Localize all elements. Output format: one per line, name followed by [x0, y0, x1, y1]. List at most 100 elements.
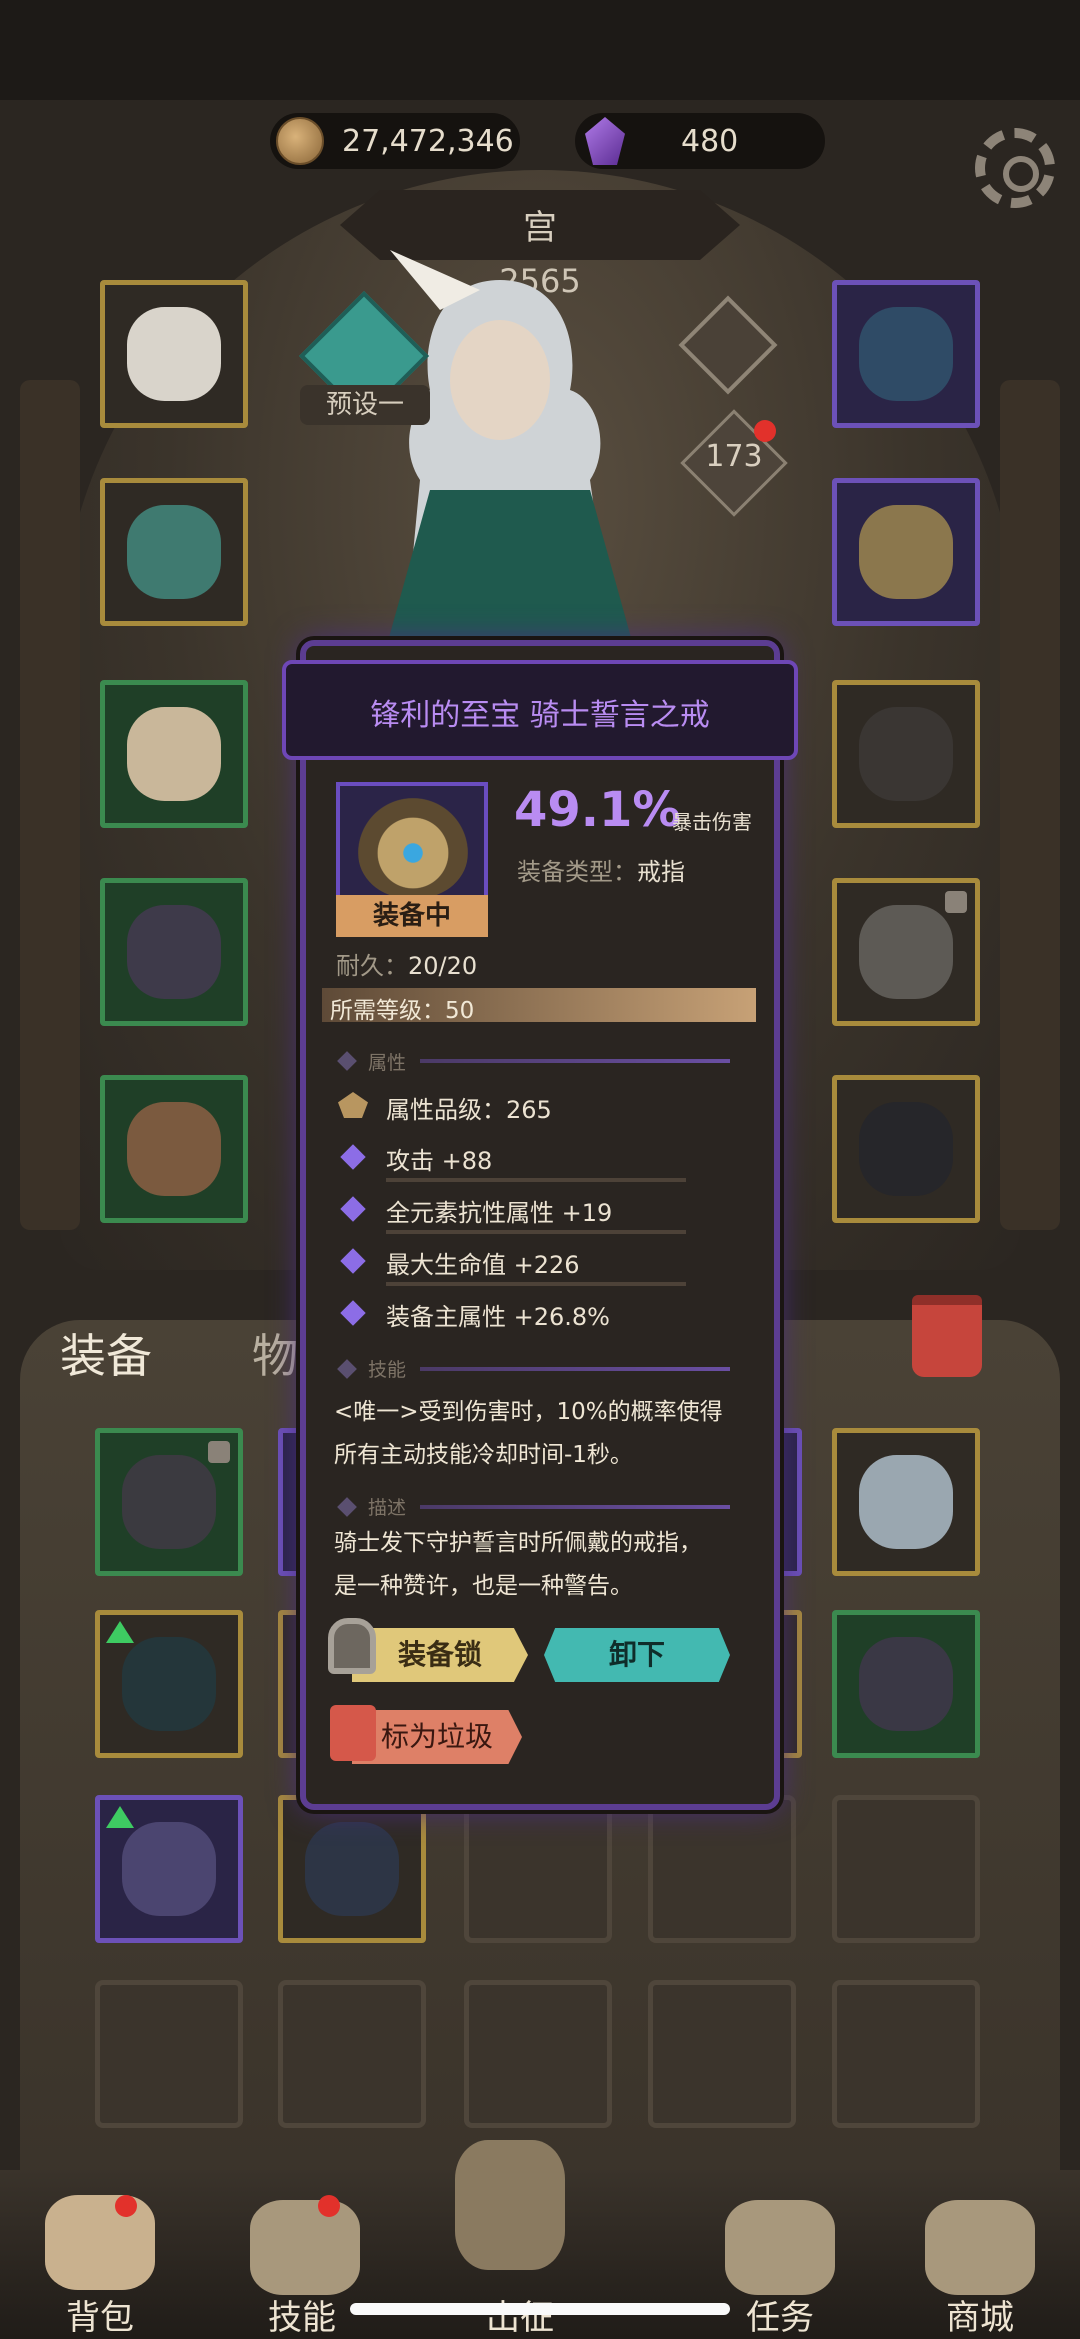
gem-icon — [585, 117, 625, 165]
nav-backpack[interactable]: 背包 — [20, 2290, 180, 2339]
item-name: 锋利的至宝 骑士誓言之戒 — [370, 698, 710, 733]
required-level: 所需等级：50 — [330, 998, 475, 1024]
ring-icon — [358, 798, 468, 898]
inventory-slot[interactable] — [95, 1610, 243, 1758]
armor-icon — [127, 505, 221, 599]
stat-divider — [386, 1282, 686, 1286]
unequip-button[interactable]: 卸下 — [544, 1628, 730, 1682]
description-line-1: 骑士发下守护誓言时所佩戴的戒指， — [334, 1530, 702, 1556]
inventory-slot[interactable] — [278, 1980, 426, 2128]
inventory-slot[interactable] — [832, 1428, 980, 1576]
level-value: 173 — [705, 439, 763, 474]
boots-icon — [122, 1637, 216, 1731]
upgrade-arrow-icon — [106, 1806, 134, 1828]
notification-dot — [754, 420, 776, 442]
equip-slot-ring-2[interactable] — [832, 680, 980, 828]
bracer-icon — [127, 707, 221, 801]
equip-slot-ring[interactable] — [832, 478, 980, 626]
inventory-slot[interactable] — [464, 1980, 612, 2128]
inventory-slot[interactable] — [648, 1980, 796, 2128]
mark-junk-button[interactable]: 标为垃圾 — [352, 1710, 522, 1764]
section-skill: 技能 — [368, 1359, 407, 1381]
ring-icon — [305, 1822, 399, 1916]
inventory-slot[interactable] — [95, 1980, 243, 2128]
inventory-slot[interactable] — [95, 1428, 243, 1576]
section-divider — [420, 1059, 730, 1063]
main-stat-label: 暴击伤害 — [672, 810, 752, 834]
equip-slot-weapon[interactable] — [832, 878, 980, 1026]
nav-shop[interactable]: 商城 — [900, 2290, 1060, 2339]
stat-main-attribute: 装备主属性 +26.8% — [386, 1303, 610, 1331]
left-pillar — [20, 380, 80, 1230]
gold-amount: 27,472,346 — [342, 123, 514, 159]
section-divider — [420, 1505, 730, 1509]
boots-icon — [127, 1102, 221, 1196]
stat-divider — [386, 1230, 686, 1234]
equip-slot-offhand[interactable] — [832, 1075, 980, 1223]
ring-icon — [859, 707, 953, 801]
skill-text-line-1: <唯一>受到伤害时，10%的概率使得 — [334, 1399, 723, 1425]
inventory-slot[interactable] — [95, 1795, 243, 1943]
upgrade-arrow-icon — [106, 1621, 134, 1643]
equipment-lock-button[interactable]: 装备锁 — [352, 1628, 528, 1682]
equip-slot-amulet[interactable] — [832, 280, 980, 428]
lock-icon — [945, 891, 967, 913]
ring-icon — [122, 1455, 216, 1549]
inventory-slot[interactable] — [832, 1980, 980, 2128]
sword-icon[interactable] — [455, 2140, 565, 2270]
gold-coin-icon — [276, 117, 324, 165]
equip-slot-boots[interactable] — [100, 1075, 248, 1223]
stat-max-hp: 最大生命值 +226 — [386, 1251, 580, 1279]
character-name: 宫 — [523, 208, 557, 248]
top-bar — [0, 0, 1080, 100]
pants-icon — [859, 1637, 953, 1731]
inventory-slot[interactable] — [278, 1795, 426, 1943]
tab-equipment[interactable]: 装备 — [60, 1320, 152, 1386]
durability: 耐久：20/20 — [336, 952, 478, 980]
settings-gear-icon[interactable] — [975, 128, 1055, 208]
task-scroll-icon[interactable] — [725, 2200, 835, 2295]
equip-slot-helmet[interactable] — [100, 280, 248, 428]
gold-counter: 27,472,346 — [270, 113, 520, 169]
ring-icon — [859, 1455, 953, 1549]
stat-resistance: 全元素抗性属性 +19 — [386, 1199, 613, 1227]
notification-dot — [115, 2195, 137, 2217]
preset-label[interactable]: 预设一 — [300, 385, 430, 425]
attribute-grade: 属性品级：265 — [386, 1096, 552, 1124]
padlock-icon — [328, 1618, 376, 1674]
section-divider — [420, 1367, 730, 1371]
home-indicator[interactable] — [350, 2303, 730, 2315]
skill-book-icon[interactable] — [250, 2200, 360, 2295]
junk-bin-icon — [330, 1705, 376, 1761]
stat-divider — [386, 1178, 686, 1182]
equipment-type: 装备类型：戒指 — [517, 858, 685, 886]
gem-counter: 480 — [575, 113, 825, 169]
section-attributes: 属性 — [368, 1052, 407, 1074]
inventory-slot[interactable] — [648, 1795, 796, 1943]
ring-icon — [859, 505, 953, 599]
stat-attack: 攻击 +88 — [386, 1147, 493, 1175]
inventory-slot[interactable] — [832, 1610, 980, 1758]
main-stat-value: 49.1% — [514, 782, 681, 838]
pants-icon — [127, 905, 221, 999]
inventory-slot[interactable] — [832, 1795, 980, 1943]
backpack-icon[interactable] — [45, 2195, 155, 2290]
winged-helmet-icon — [127, 307, 221, 401]
skill-text-line-2: 所有主动技能冷却时间-1秒。 — [334, 1442, 633, 1468]
gem-amount: 480 — [681, 123, 739, 159]
description-line-2: 是一种赞许，也是一种警告。 — [334, 1573, 633, 1599]
equipped-badge: 装备中 — [336, 895, 488, 937]
lock-icon — [208, 1441, 230, 1463]
section-description: 描述 — [368, 1497, 407, 1519]
shop-crown-icon[interactable] — [925, 2200, 1035, 2295]
amulet-icon — [859, 307, 953, 401]
notification-dot — [318, 2195, 340, 2217]
equip-slot-armor[interactable] — [100, 478, 248, 626]
inventory-slot[interactable] — [464, 1795, 612, 1943]
tab-items[interactable]: 物 — [252, 1320, 298, 1386]
trash-icon[interactable] — [912, 1295, 982, 1377]
dagger-icon — [859, 1102, 953, 1196]
equip-slot-bracer[interactable] — [100, 680, 248, 828]
right-pillar — [1000, 380, 1060, 1230]
equip-slot-pants[interactable] — [100, 878, 248, 1026]
